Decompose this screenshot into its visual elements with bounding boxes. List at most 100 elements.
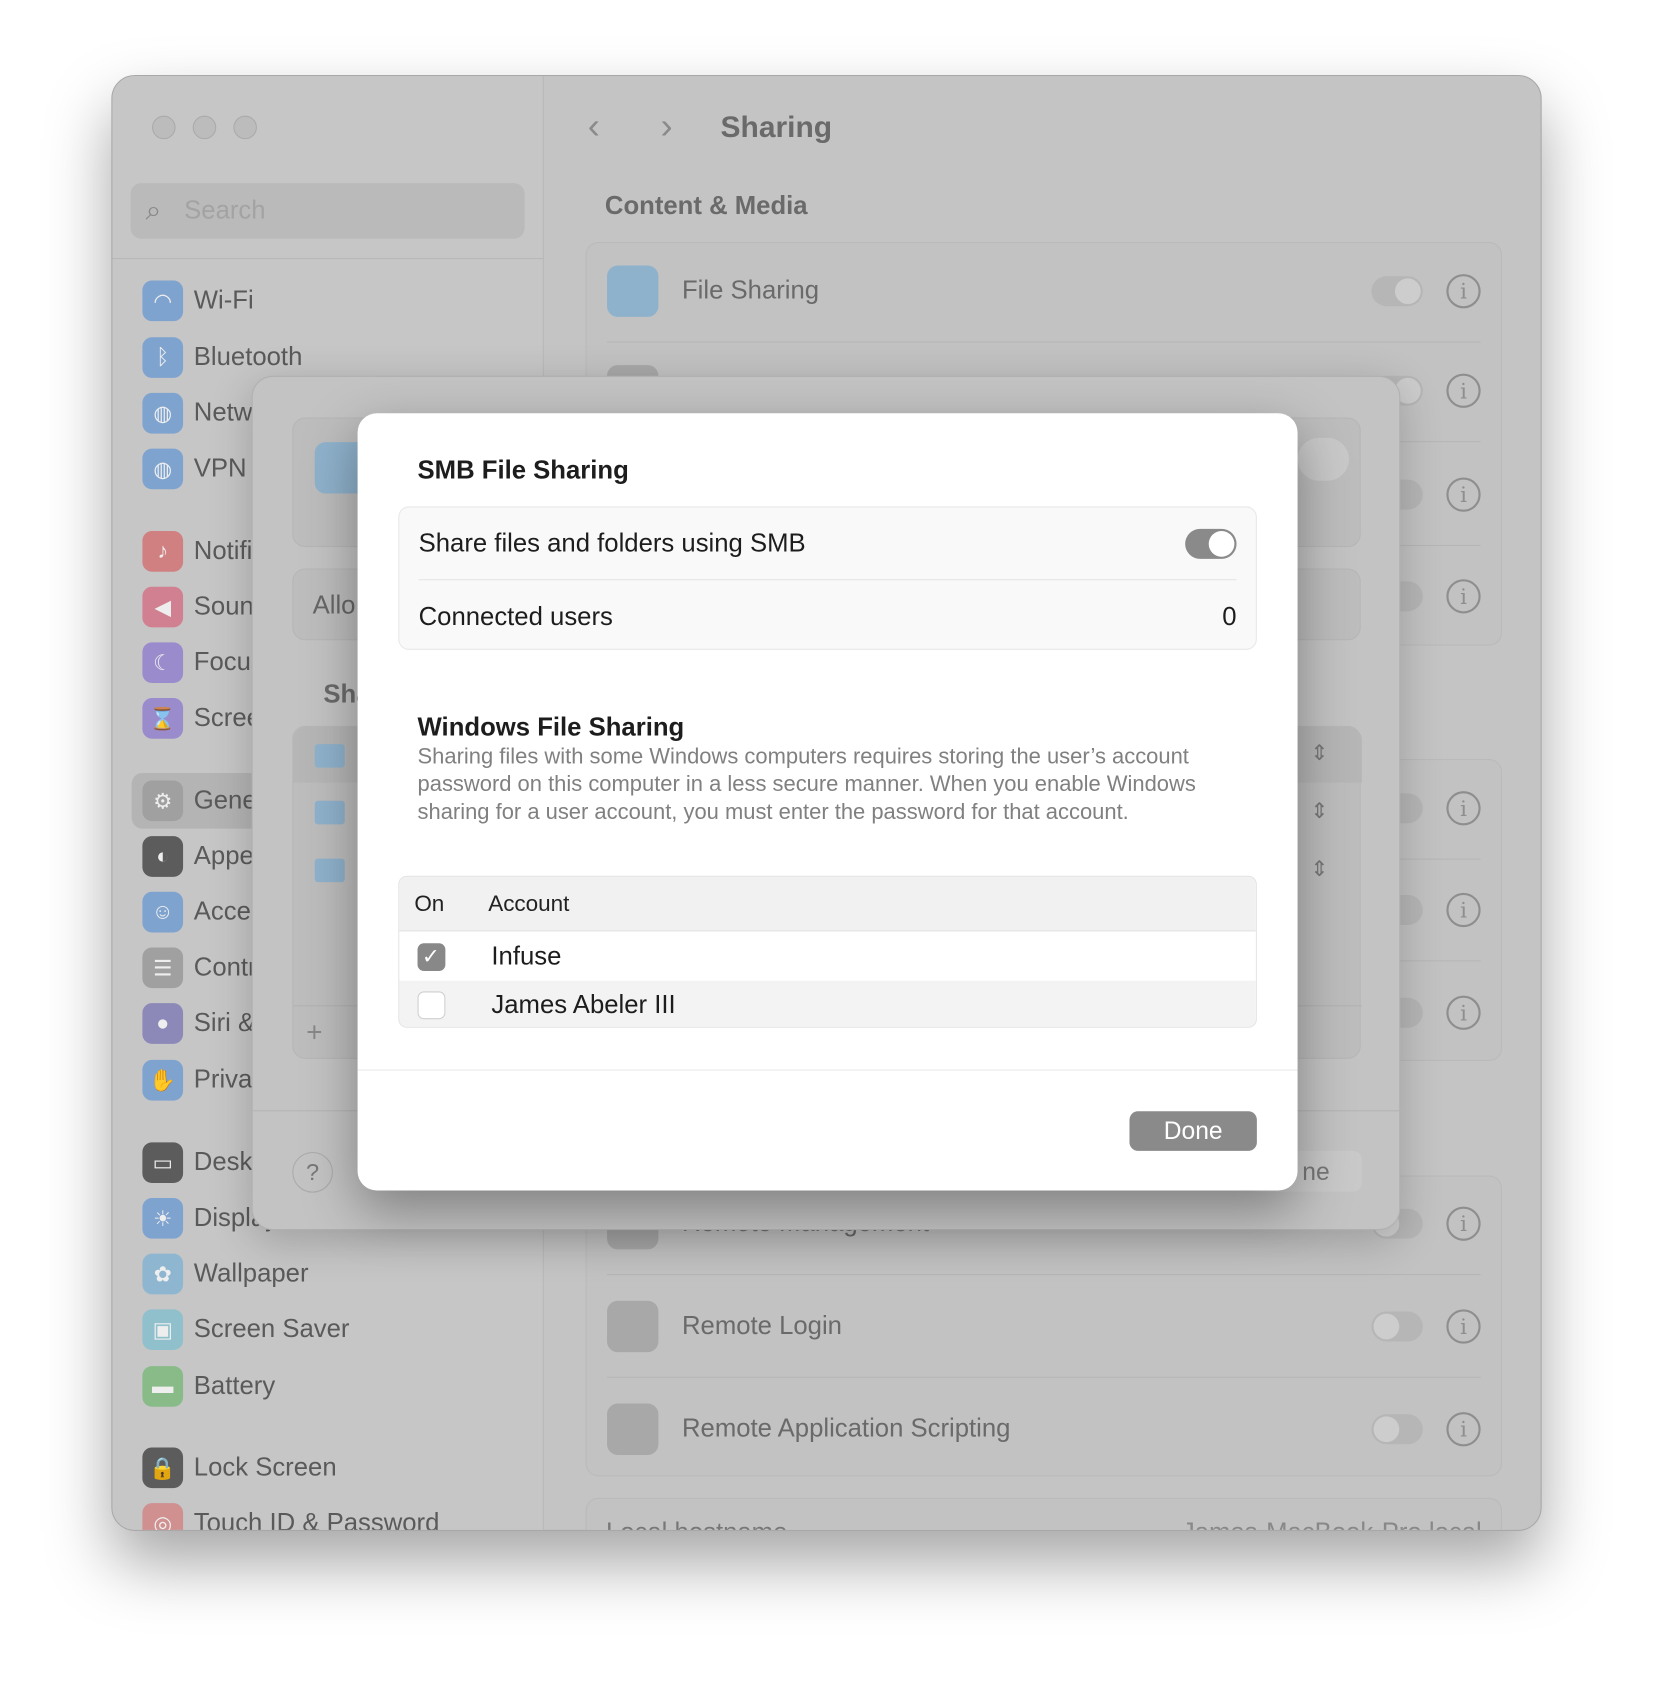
info-icon[interactable]: i: [1446, 1411, 1481, 1446]
sidebar-item[interactable]: ◀ Sound: [142, 586, 268, 629]
sun-icon: ☀: [142, 1198, 184, 1239]
updown-chevron-icon[interactable]: ⇕: [1310, 855, 1328, 882]
hostname-card: Local hostname James-MacBook-Pro.local: [585, 1497, 1503, 1530]
connected-users-label: Connected users: [418, 602, 613, 632]
search-icon: ⌕: [145, 193, 162, 226]
service-toggle[interactable]: [1371, 1413, 1423, 1444]
smb-toggle[interactable]: [1185, 528, 1237, 559]
sidebar-item-label: VPN: [193, 453, 247, 483]
fingerprint-icon: ◎: [142, 1503, 184, 1530]
info-icon[interactable]: i: [1446, 477, 1481, 512]
battery-icon: ▬: [142, 1366, 184, 1407]
flower-icon: ✿: [142, 1253, 184, 1295]
switches-icon: ☰: [142, 947, 184, 989]
globe-icon: ◍: [142, 392, 184, 434]
smb-toggle-label: Share files and folders using SMB: [418, 528, 806, 558]
sidebar-item-label: Wi-Fi: [193, 285, 254, 315]
sidebar-item[interactable]: ☾ Focus: [142, 641, 264, 684]
sidebar-item-label: Touch ID & Password: [193, 1508, 440, 1531]
lock-icon: 🔒: [142, 1447, 184, 1489]
service-toggle[interactable]: [1371, 276, 1423, 307]
sidebar-item-label: Wallpaper: [193, 1259, 309, 1288]
done-button[interactable]: Done: [1129, 1111, 1257, 1151]
sidebar-item[interactable]: ✿ Wallpaper: [142, 1253, 309, 1296]
moon-icon: ☾: [142, 642, 184, 684]
windows-sharing-heading: Windows File Sharing: [417, 713, 685, 742]
table-row[interactable]: James Abeler III: [399, 980, 1256, 1027]
account-name: Infuse: [491, 942, 562, 972]
section-title: Content & Media: [604, 191, 808, 221]
service-icon: [607, 1403, 659, 1455]
info-icon[interactable]: i: [1446, 791, 1481, 826]
page-title: Sharing: [720, 110, 833, 144]
bluetooth-icon: ᛒ: [142, 337, 184, 378]
info-icon[interactable]: i: [1446, 995, 1481, 1030]
sidebar-item[interactable]: ◠ Wi-Fi: [142, 279, 254, 322]
folder-icon: [314, 744, 345, 768]
info-icon[interactable]: i: [1446, 373, 1481, 408]
help-button[interactable]: ?: [292, 1151, 333, 1193]
appearance-icon: ◐: [142, 836, 184, 877]
updown-chevron-icon[interactable]: ⇕: [1310, 740, 1328, 767]
account-name: James Abeler III: [491, 990, 676, 1020]
sidebar-item-label: Lock Screen: [193, 1452, 337, 1482]
dialog-title: SMB File Sharing: [417, 456, 629, 485]
service-label: Remote Application Scripting: [681, 1413, 1011, 1443]
siri-icon: ●: [142, 1003, 184, 1044]
info-icon[interactable]: i: [1446, 1206, 1481, 1241]
service-toggle[interactable]: [1371, 1311, 1423, 1342]
hand-icon: ✋: [142, 1059, 184, 1101]
wifi-icon: ◠: [142, 280, 184, 322]
screensaver-icon: ▣: [142, 1309, 184, 1351]
hostname-label: Local hostname: [606, 1518, 787, 1530]
accounts-table: On Account ✓ Infuse James Abeler III: [398, 875, 1257, 1028]
sharing-service-row: Remote Application Scripting i: [607, 1378, 1481, 1480]
add-folder-button[interactable]: +: [306, 1016, 322, 1049]
service-label: Remote Login: [681, 1311, 842, 1341]
info-icon[interactable]: i: [1446, 892, 1481, 928]
sidebar-item[interactable]: ▣ Screen Saver: [142, 1308, 349, 1351]
updown-chevron-icon[interactable]: ⇕: [1310, 798, 1328, 825]
sidebar-item[interactable]: ▬ Battery: [142, 1365, 275, 1408]
column-header-account[interactable]: Account: [488, 892, 569, 918]
allow-access-label: Allo: [312, 590, 356, 620]
service-icon: [607, 1300, 659, 1353]
sidebar-item[interactable]: 🔒 Lock Screen: [142, 1446, 337, 1489]
bell-icon: ♪: [142, 531, 184, 572]
sidebar-item-label: Bluetooth: [193, 342, 303, 372]
sharing-service-row: Remote Login i: [607, 1276, 1481, 1378]
service-label: File Sharing: [681, 276, 820, 306]
account-checkbox[interactable]: ✓: [417, 943, 446, 972]
smb-file-sharing-dialog: SMB File Sharing Share files and folders…: [357, 413, 1298, 1191]
folder-icon: [314, 800, 345, 825]
sidebar-item-label: Battery: [193, 1371, 276, 1401]
sidebar-item[interactable]: ◍ VPN: [142, 448, 247, 491]
close-window-button[interactable]: [152, 115, 176, 140]
windows-sharing-description: Sharing files with some Windows computer…: [417, 744, 1196, 825]
smb-settings-group: Share files and folders using SMB Connec…: [398, 506, 1257, 650]
sidebar-item-label: Screen Saver: [193, 1314, 350, 1344]
dock-icon: ▭: [142, 1142, 184, 1184]
back-button[interactable]: ‹: [588, 106, 600, 148]
column-header-on[interactable]: On: [414, 892, 444, 918]
hostname-value: James-MacBook-Pro.local: [1182, 1518, 1482, 1530]
folder-icon: [314, 858, 345, 883]
zoom-window-button[interactable]: [233, 115, 257, 140]
search-placeholder: Search: [184, 195, 266, 225]
account-checkbox[interactable]: [417, 991, 446, 1020]
vpn-globe-icon: ◍: [142, 448, 184, 490]
sidebar-item[interactable]: ◎ Touch ID & Password: [142, 1502, 440, 1531]
sharing-service-row: File Sharing i: [607, 241, 1481, 343]
accessibility-icon: ☺: [142, 891, 184, 933]
search-input[interactable]: ⌕ Search: [130, 183, 525, 239]
info-icon[interactable]: i: [1446, 1309, 1481, 1344]
minimize-window-button[interactable]: [192, 115, 217, 140]
connected-users-count: 0: [1222, 602, 1237, 632]
info-icon[interactable]: i: [1446, 274, 1481, 309]
file-sharing-toggle[interactable]: [1297, 437, 1349, 481]
speaker-icon: ◀: [142, 586, 184, 628]
table-row[interactable]: ✓ Infuse: [399, 932, 1256, 981]
info-icon[interactable]: i: [1446, 578, 1481, 613]
sidebar-item[interactable]: ᛒ Bluetooth: [142, 336, 302, 379]
forward-button[interactable]: ›: [661, 106, 673, 148]
